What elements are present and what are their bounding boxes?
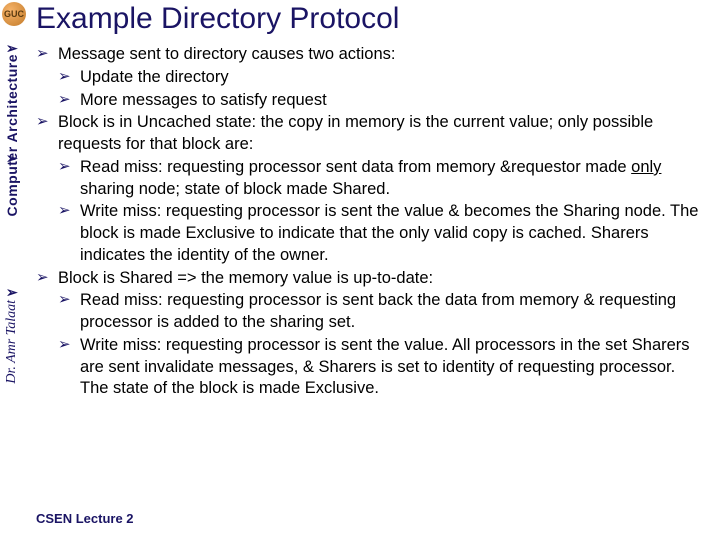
sidebar-author-label: Dr. Amr Talaat — [4, 300, 20, 384]
bullet-item: Message sent to directory causes two act… — [36, 44, 706, 66]
footer-label: CSEN Lecture 2 — [36, 511, 134, 526]
bullet-item: Write miss: requesting processor is sent… — [58, 335, 706, 400]
slide: GUC ➢ Computer Architecture ➢ ➢ Dr. Amr … — [0, 0, 720, 540]
bullet-item: Write miss: requesting processor is sent… — [58, 201, 706, 266]
logo: GUC — [0, 0, 28, 28]
bullet-item: More messages to satisfy request — [58, 90, 706, 112]
bullet-item: Read miss: requesting processor is sent … — [58, 290, 706, 334]
slide-content: Message sent to directory causes two act… — [36, 44, 706, 401]
slide-title: Example Directory Protocol — [36, 2, 399, 36]
sidebar: GUC ➢ Computer Architecture ➢ ➢ Dr. Amr … — [0, 0, 28, 540]
bullet-item: Read miss: requesting processor sent dat… — [58, 157, 706, 201]
bullet-item: Block is Shared => the memory value is u… — [36, 268, 706, 290]
bullet-item: Update the directory — [58, 67, 706, 89]
sidebar-course-label: Computer Architecture — [4, 54, 20, 216]
bullet-text: sharing node; state of block made Shared… — [80, 180, 390, 198]
bullet-text: Read miss: requesting processor sent dat… — [80, 158, 631, 176]
side-bullet-icon: ➢ — [6, 284, 18, 301]
side-bullet-icon: ➢ — [6, 150, 18, 167]
bullet-item: Block is in Uncached state: the copy in … — [36, 112, 706, 156]
underlined-text: only — [631, 158, 661, 176]
logo-badge: GUC — [2, 2, 26, 26]
